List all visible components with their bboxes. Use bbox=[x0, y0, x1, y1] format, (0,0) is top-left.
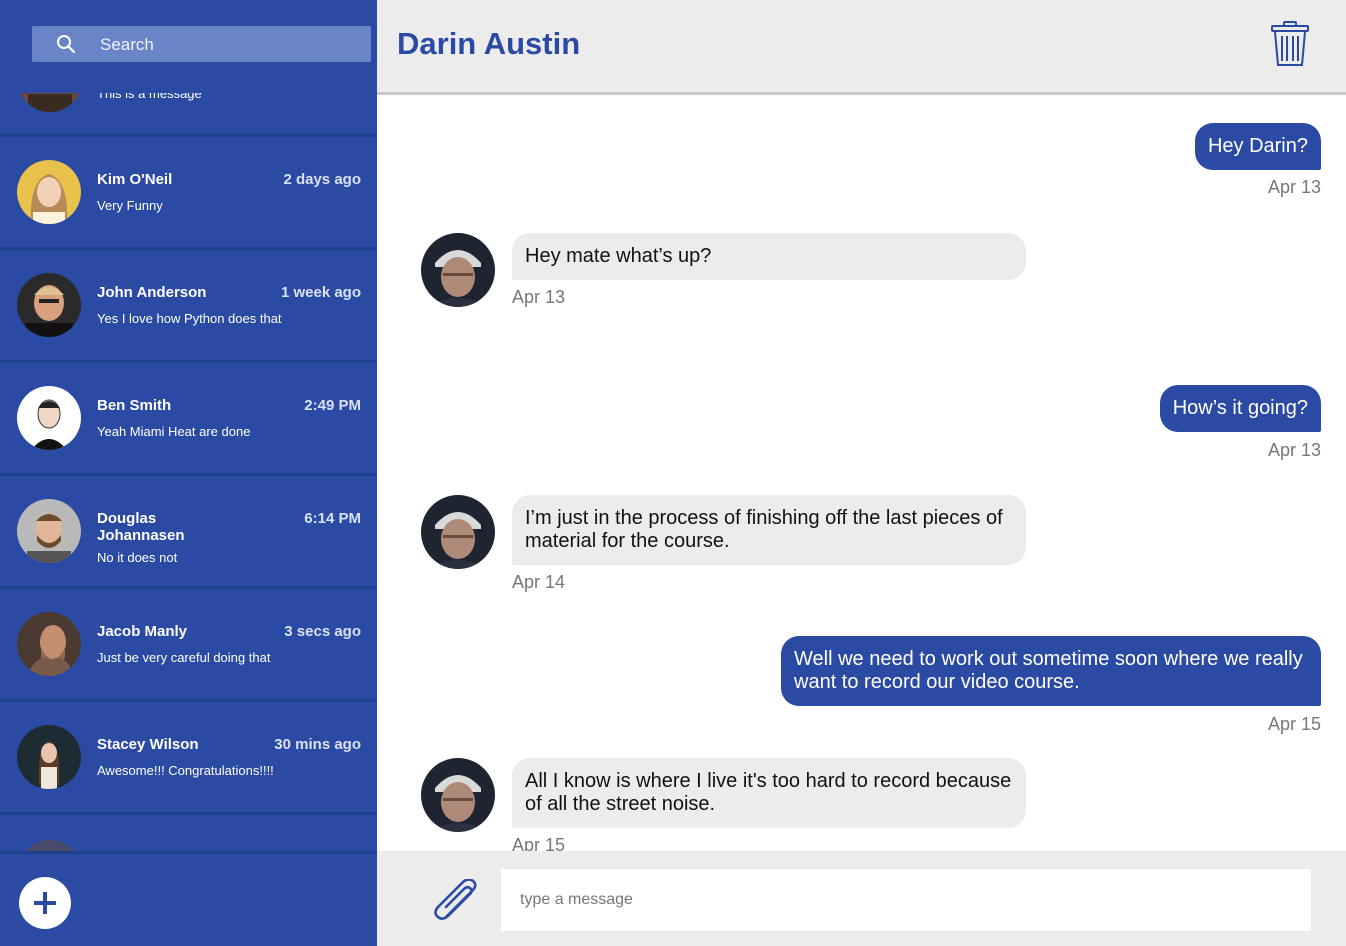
conversation-message: No it does not bbox=[97, 550, 178, 565]
avatar bbox=[421, 758, 495, 832]
conversation-name: Kim O'Neil bbox=[97, 171, 173, 188]
conversation-item[interactable]: Stacey Wilson 30 mins ago Awesome!!! Con… bbox=[0, 702, 377, 815]
chat-panel: Darin Austin Hey Darin? Apr 13 Hey mate … bbox=[377, 0, 1346, 946]
conversation-message: Very Funny bbox=[97, 198, 163, 213]
conversation-item[interactable]: Ben Smith 2:49 PM Yeah Miami Heat are do… bbox=[0, 363, 377, 476]
conversation-name: John Anderson bbox=[97, 284, 207, 301]
search-label: Search bbox=[100, 35, 154, 54]
incoming-message: Hey mate what’s up? bbox=[512, 233, 1026, 280]
conversation-list[interactable]: This is a message Kim O'Neil 2 days ago … bbox=[0, 93, 377, 851]
avatar bbox=[17, 386, 81, 450]
conversation-item[interactable]: Jacob Manly 3 secs ago Just be very care… bbox=[0, 589, 377, 702]
outgoing-message: How’s it going? bbox=[1159, 385, 1321, 432]
conversation-time: 3 secs ago bbox=[284, 623, 361, 640]
avatar bbox=[421, 233, 495, 307]
sidebar-footer bbox=[0, 851, 377, 946]
trash-icon[interactable] bbox=[1270, 21, 1310, 67]
conversation-time: 6:14 PM bbox=[304, 510, 361, 527]
avatar bbox=[18, 840, 82, 851]
chat-title: Darin Austin bbox=[397, 26, 581, 61]
conversation-item[interactable]: John Anderson 1 week ago Yes I love how … bbox=[0, 250, 377, 363]
incoming-message: All I know is where I live it's too hard… bbox=[512, 758, 1026, 828]
message-composer bbox=[377, 851, 1346, 946]
avatar bbox=[18, 93, 82, 112]
conversation-message: Yes I love how Python does that bbox=[97, 311, 282, 326]
outgoing-message: Well we need to work out sometime soon w… bbox=[781, 636, 1321, 706]
conversation-message: Just be very careful doing that bbox=[97, 650, 271, 665]
conversation-item-partial[interactable] bbox=[0, 833, 377, 851]
message-date: Apr 13 bbox=[512, 287, 566, 307]
avatar bbox=[17, 725, 81, 789]
message-date: Apr 13 bbox=[1267, 177, 1321, 197]
avatar bbox=[17, 273, 81, 337]
conversation-item[interactable]: Kim O'Neil 2 days ago Very Funny bbox=[0, 137, 377, 250]
conversation-name: Ben Smith bbox=[97, 397, 172, 414]
paperclip-icon[interactable] bbox=[432, 879, 482, 921]
avatar bbox=[17, 499, 81, 563]
message-thread[interactable]: Hey Darin? Apr 13 Hey mate what’s up? Ap… bbox=[377, 95, 1346, 851]
conversation-time: 30 mins ago bbox=[274, 736, 361, 753]
incoming-message: I’m just in the process of finishing off… bbox=[512, 495, 1026, 565]
chat-app: Search This is a message Kim O'Neil 2 da… bbox=[0, 0, 1346, 946]
conversation-name: Stacey Wilson bbox=[97, 736, 199, 753]
avatar bbox=[421, 495, 495, 569]
avatar bbox=[17, 160, 81, 224]
chat-header: Darin Austin bbox=[377, 0, 1346, 95]
conversation-message: Yeah Miami Heat are done bbox=[97, 424, 251, 439]
message-date: Apr 14 bbox=[512, 572, 566, 592]
conversation-name: Douglas Johannasen bbox=[97, 510, 185, 544]
search-icon bbox=[57, 35, 76, 54]
message-input[interactable] bbox=[501, 869, 1311, 931]
message-date: Apr 13 bbox=[1267, 440, 1321, 460]
avatar bbox=[17, 612, 81, 676]
message-date: Apr 15 bbox=[512, 835, 566, 851]
conversation-message: This is a message bbox=[97, 93, 202, 101]
new-conversation-button[interactable] bbox=[19, 877, 71, 929]
conversation-name: Jacob Manly bbox=[97, 623, 188, 640]
outgoing-message: Hey Darin? bbox=[1194, 123, 1321, 170]
conversation-item-partial[interactable]: This is a message bbox=[0, 93, 377, 137]
message-date: Apr 15 bbox=[1267, 714, 1321, 734]
conversation-item[interactable]: Douglas Johannasen 6:14 PM No it does no… bbox=[0, 476, 377, 589]
conversation-time: 2:49 PM bbox=[304, 397, 361, 414]
conversation-time: 2 days ago bbox=[283, 171, 361, 188]
conversation-message: Awesome!!! Congratulations!!!! bbox=[97, 763, 274, 778]
conversation-sidebar: Search This is a message Kim O'Neil 2 da… bbox=[0, 0, 377, 946]
conversation-time: 1 week ago bbox=[280, 284, 361, 301]
search-box[interactable]: Search bbox=[32, 26, 371, 62]
